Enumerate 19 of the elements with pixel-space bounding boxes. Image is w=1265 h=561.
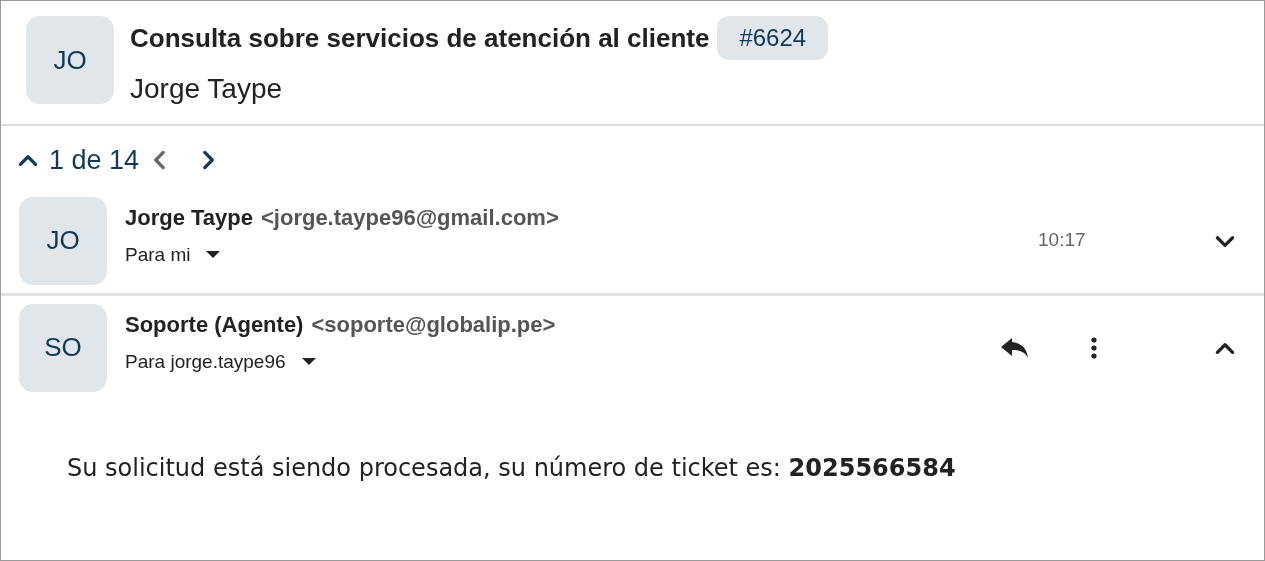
requester-name: Jorge Taype <box>130 72 284 106</box>
avatar: SO <box>19 303 107 392</box>
sender-email: <soporte@globalip.pe> <box>311 310 556 339</box>
avatar: JO <box>26 16 114 104</box>
recipient-dropdown[interactable]: Para mi <box>125 241 221 269</box>
message-time: 10:17 <box>1038 228 1087 253</box>
avatar: JO <box>19 196 107 285</box>
ticket-subject: Consulta sobre servicios de atención al cliente <box>130 21 710 55</box>
caret-icon <box>301 357 316 366</box>
more-icon[interactable] <box>1090 335 1098 360</box>
message-body: Su solicitud está siendo procesada, su número de ticket es: 2025566584 <box>67 452 957 484</box>
sender-name: Jorge Taype <box>125 203 253 232</box>
recipient-dropdown[interactable]: Para jorge.taype96 <box>125 348 316 376</box>
caret-icon <box>206 250 221 259</box>
page-counter: 1 de 14 <box>49 144 140 177</box>
reply-icon[interactable] <box>1000 335 1030 360</box>
sender-name: Soporte (Agente) <box>125 310 304 339</box>
ticket-number: #6624 <box>717 16 829 60</box>
sender-email: <jorge.taype96@gmail.com> <box>261 203 559 232</box>
